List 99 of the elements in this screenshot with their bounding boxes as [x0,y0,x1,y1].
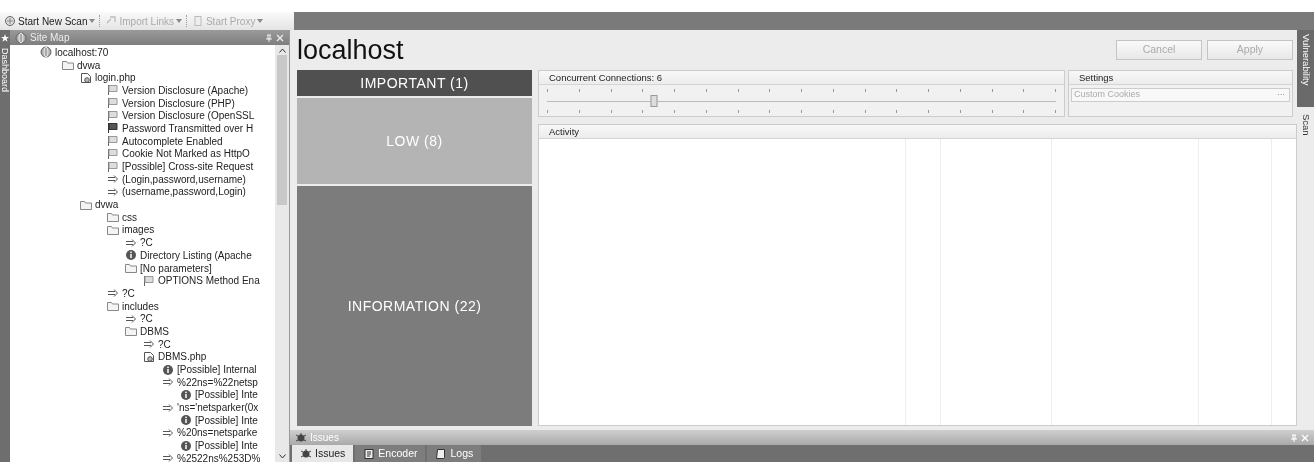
tree-item[interactable]: [Possible] Inte [10,439,275,452]
info-icon [180,439,192,452]
info-icon [162,363,174,376]
flag-icon [143,274,155,287]
flag-icon [107,160,119,173]
tree-item[interactable]: [Possible] Cross-site Request [10,160,275,173]
tree-item[interactable]: ?C [10,236,275,249]
bug-icon [295,431,307,444]
caret-icon[interactable] [89,19,96,23]
tab-label: Dashboard [0,48,10,93]
tree-item[interactable]: dvwa [10,58,275,72]
folder-icon [125,325,137,338]
panel-title: Site Map [30,31,71,45]
folder-icon [80,198,92,211]
flag-icon [107,109,119,122]
tree-item[interactable]: Version Disclosure (OpenSSL [10,109,275,123]
side-tab[interactable]: Vulnerability [1297,30,1314,107]
scrollbar[interactable] [275,45,289,462]
tree-item[interactable]: (username,password,Login) [10,185,275,199]
pin-icon[interactable] [265,33,273,42]
folder-icon [62,59,74,72]
tree-item[interactable]: %2522ns%253D% [10,452,275,462]
tree-item[interactable]: [Possible] Internal [10,363,275,376]
tree-item[interactable]: ?C [10,287,275,300]
page-icon [80,71,92,84]
tab[interactable]: Encoder [355,445,426,462]
arrow-icon [107,185,119,198]
tree-item[interactable]: css [10,210,275,224]
arrow-icon [143,338,155,351]
browse-button[interactable]: ··· [1273,89,1289,101]
tree-item[interactable]: Version Disclosure (Apache) [10,84,275,97]
scroll-down-icon[interactable] [278,454,286,459]
tree-item[interactable]: OPTIONS Method Ena [10,274,275,288]
flag-icon [107,84,119,97]
tree-item[interactable]: ?C [10,312,275,326]
severity-tab[interactable]: IMPORTANT (1) [297,70,532,96]
flag-icon [107,135,119,148]
bug-icon [300,447,312,460]
tree-item[interactable]: 'ns='netsparker(0x [10,401,275,414]
tab[interactable]: Logs [427,445,482,462]
info-icon [125,249,137,262]
panel-title: Settings [1069,71,1292,85]
close-icon[interactable] [276,33,284,42]
panel-title: Concurrent Connections: 6 [539,71,1064,85]
globe-icon [15,31,27,44]
flag-icon [107,97,119,110]
tree-item[interactable]: images [10,223,275,237]
tree-item[interactable]: %20ns=netsparke [10,426,275,440]
tree-item[interactable]: login.php [10,71,275,85]
panel-title: Activity [539,125,1296,139]
slider-thumb[interactable] [650,95,658,107]
flag-icon [107,122,119,135]
tree-item[interactable]: [Possible] Inte [10,388,275,402]
info-icon [180,414,192,427]
document-icon [191,15,204,27]
page-title: localhost [297,36,404,64]
folder-icon [107,300,119,313]
tree-item[interactable]: Directory Listing (Apache [10,249,275,262]
page-icon [143,350,155,363]
tree-item[interactable]: Autocomplete Enabled [10,134,275,148]
tree-item[interactable]: includes [10,299,275,313]
tree-item[interactable]: (Login,password,username) [10,172,275,186]
arrow-icon [162,376,174,389]
arrow-icon [125,312,137,325]
toolbar-button[interactable]: Start New Scan [2,13,98,29]
tree-item[interactable]: Password Transmitted over H [10,122,275,135]
arrow-icon [162,401,174,414]
tree-item[interactable]: [Possible] Inte [10,413,275,427]
tree-item[interactable]: %22ns=%22netsp [10,375,275,389]
arrow-icon [162,426,174,439]
arrow-icon [162,452,174,462]
folder-icon [107,211,119,224]
tree-item[interactable]: [No parameters] [10,261,275,275]
tree-item[interactable]: ?C [10,337,275,351]
panel-title: Issues [310,431,340,445]
flag-icon [107,147,119,160]
arrow-icon [125,236,137,249]
tree-item[interactable]: dvwa [10,198,275,211]
arrow-icon [107,173,119,186]
severity-tab[interactable]: INFORMATION (22) [297,186,532,426]
tab[interactable]: Issues [292,445,354,462]
tree-item[interactable]: DBMS.php [10,350,275,364]
tree-item[interactable]: DBMS [10,325,275,338]
scan-icon [4,15,16,27]
folder-icon [107,223,119,236]
tree-item[interactable]: Version Disclosure (PHP) [10,96,275,110]
document-icon [363,447,376,460]
info-icon [180,388,192,401]
arrow-icon [107,287,119,300]
scroll-icon [435,447,448,460]
globe-icon [40,46,52,59]
cookies-field[interactable]: Custom Cookies ··· [1071,88,1290,102]
star-icon [1,34,9,42]
folder-icon [125,262,137,275]
tree-item[interactable]: localhost:70 [10,46,275,59]
dashboard-tab[interactable]: Dashboard [0,30,10,462]
scroll-up-icon[interactable] [278,48,286,53]
connections-slider[interactable] [547,89,1056,115]
tree-item[interactable]: Cookie Not Marked as HttpO [10,147,275,161]
